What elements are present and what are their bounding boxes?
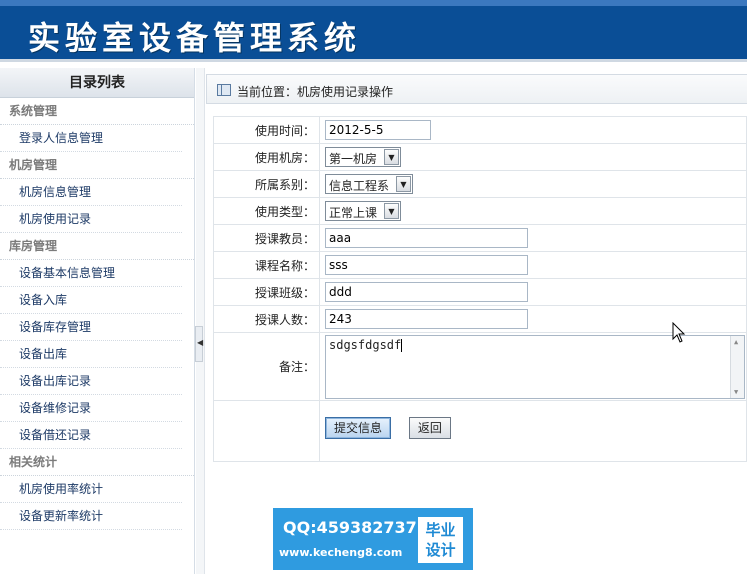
sidebar: 目录列表 系统管理 登录人信息管理 机房管理 机房信息管理 机房使用记录 库房管…	[0, 68, 195, 574]
sidebar-item-equipment-loan-records[interactable]: 设备借还记录	[0, 422, 182, 449]
sidebar-item-equipment-in[interactable]: 设备入库	[0, 287, 182, 314]
sidebar-group-warehouse: 库房管理	[0, 233, 194, 260]
course-input[interactable]	[325, 255, 528, 275]
sidebar-item-room-usage-stats[interactable]: 机房使用率统计	[0, 476, 182, 503]
form-row-actions: 提交信息 返回	[213, 400, 747, 462]
watermark-banner: QQ:459382737 www.kecheng8.com 毕业 设计	[273, 508, 473, 570]
remark-textarea[interactable]: sdgsfdgsdf ▲ ▼	[325, 334, 745, 399]
department-select-value: 信息工程系	[329, 179, 390, 193]
class-label: 授课班级：	[213, 278, 320, 306]
sidebar-group-system: 系统管理	[0, 98, 194, 125]
sidebar-item-equipment-stock[interactable]: 设备库存管理	[0, 314, 182, 341]
watermark-qq: QQ:459382737	[283, 518, 417, 537]
room-select[interactable]: 第一机房 ▼	[325, 147, 401, 167]
teacher-input[interactable]	[325, 228, 528, 248]
sidebar-item-room-usage[interactable]: 机房使用记录	[0, 206, 182, 233]
header-banner: 实验室设备管理系统	[0, 0, 747, 66]
sidebar-group-statistics: 相关统计	[0, 449, 194, 476]
sidebar-item-login-user-management[interactable]: 登录人信息管理	[0, 125, 182, 152]
submit-button[interactable]: 提交信息	[325, 417, 392, 439]
chevron-down-icon[interactable]: ▼	[384, 149, 399, 165]
remark-text: sdgsfdgsdf	[329, 337, 402, 352]
watermark-badge-line2: 设计	[425, 541, 456, 559]
sidebar-item-room-info[interactable]: 机房信息管理	[0, 179, 182, 206]
sidebar-item-equipment-out-records[interactable]: 设备出库记录	[0, 368, 182, 395]
use-type-select[interactable]: 正常上课 ▼	[325, 201, 401, 221]
sidebar-item-equipment-basic-info[interactable]: 设备基本信息管理	[0, 260, 182, 287]
breadcrumb: 当前位置：机房使用记录操作	[206, 74, 747, 104]
sidebar-collapse-toggle[interactable]: ◀	[195, 326, 203, 362]
watermark-url: www.kecheng8.com	[279, 546, 403, 559]
form-row-course: 课程名称：	[213, 251, 747, 279]
form-row-use-time: 使用时间：	[213, 116, 747, 144]
watermark-badge-line1: 毕业	[425, 521, 456, 539]
back-button[interactable]: 返回	[408, 417, 451, 439]
sidebar-item-equipment-out[interactable]: 设备出库	[0, 341, 182, 368]
window-icon	[217, 84, 231, 96]
usage-record-form: 使用时间： 使用机房： 第一机房 ▼ 所属系别： 信息工程系 ▼ 使用类型：	[213, 116, 747, 462]
watermark-badge: 毕业 设计	[418, 517, 463, 563]
room-select-value: 第一机房	[329, 152, 378, 166]
mouse-pointer-icon	[672, 322, 686, 343]
sidebar-item-equipment-repair-records[interactable]: 设备维修记录	[0, 395, 182, 422]
breadcrumb-text: 当前位置：机房使用记录操作	[237, 85, 394, 99]
header-band: 实验室设备管理系统	[0, 0, 747, 62]
app-title: 实验室设备管理系统	[28, 19, 362, 57]
sidebar-group-room: 机房管理	[0, 152, 194, 179]
chevron-down-icon[interactable]: ▼	[396, 176, 411, 192]
use-time-label: 使用时间：	[213, 116, 320, 144]
form-row-use-type: 使用类型： 正常上课 ▼	[213, 197, 747, 225]
remark-label: 备注：	[213, 332, 320, 401]
form-row-remark: 备注： sdgsfdgsdf ▲ ▼	[213, 332, 747, 401]
use-type-label: 使用类型：	[213, 197, 320, 225]
department-select[interactable]: 信息工程系 ▼	[325, 174, 413, 194]
scroll-down-icon[interactable]: ▼	[734, 388, 738, 396]
sidebar-title: 目录列表	[0, 68, 194, 98]
class-input[interactable]	[325, 282, 528, 302]
headcount-input[interactable]	[325, 309, 528, 329]
room-label: 使用机房：	[213, 143, 320, 171]
department-label: 所属系别：	[213, 170, 320, 198]
use-type-select-value: 正常上课	[329, 206, 378, 220]
headcount-label: 授课人数：	[213, 305, 320, 333]
scroll-up-icon[interactable]: ▲	[734, 338, 738, 346]
text-caret	[401, 338, 403, 352]
sidebar-item-equipment-update-stats[interactable]: 设备更新率统计	[0, 503, 182, 530]
form-row-teacher: 授课教员：	[213, 224, 747, 252]
course-label: 课程名称：	[213, 251, 320, 279]
chevron-down-icon[interactable]: ▼	[384, 203, 399, 219]
teacher-label: 授课教员：	[213, 224, 320, 252]
form-row-class: 授课班级：	[213, 278, 747, 306]
form-row-department: 所属系别： 信息工程系 ▼	[213, 170, 747, 198]
form-row-headcount: 授课人数：	[213, 305, 747, 333]
form-row-room: 使用机房： 第一机房 ▼	[213, 143, 747, 171]
actions-label-cell	[213, 400, 320, 462]
textarea-scrollbar[interactable]: ▲ ▼	[730, 335, 744, 398]
sidebar-gutter	[196, 68, 205, 574]
use-time-input[interactable]	[325, 120, 431, 140]
main-content: 当前位置：机房使用记录操作 使用时间： 使用机房： 第一机房 ▼ 所属系别： 信…	[206, 74, 747, 574]
chevron-left-icon: ◀	[197, 338, 204, 347]
